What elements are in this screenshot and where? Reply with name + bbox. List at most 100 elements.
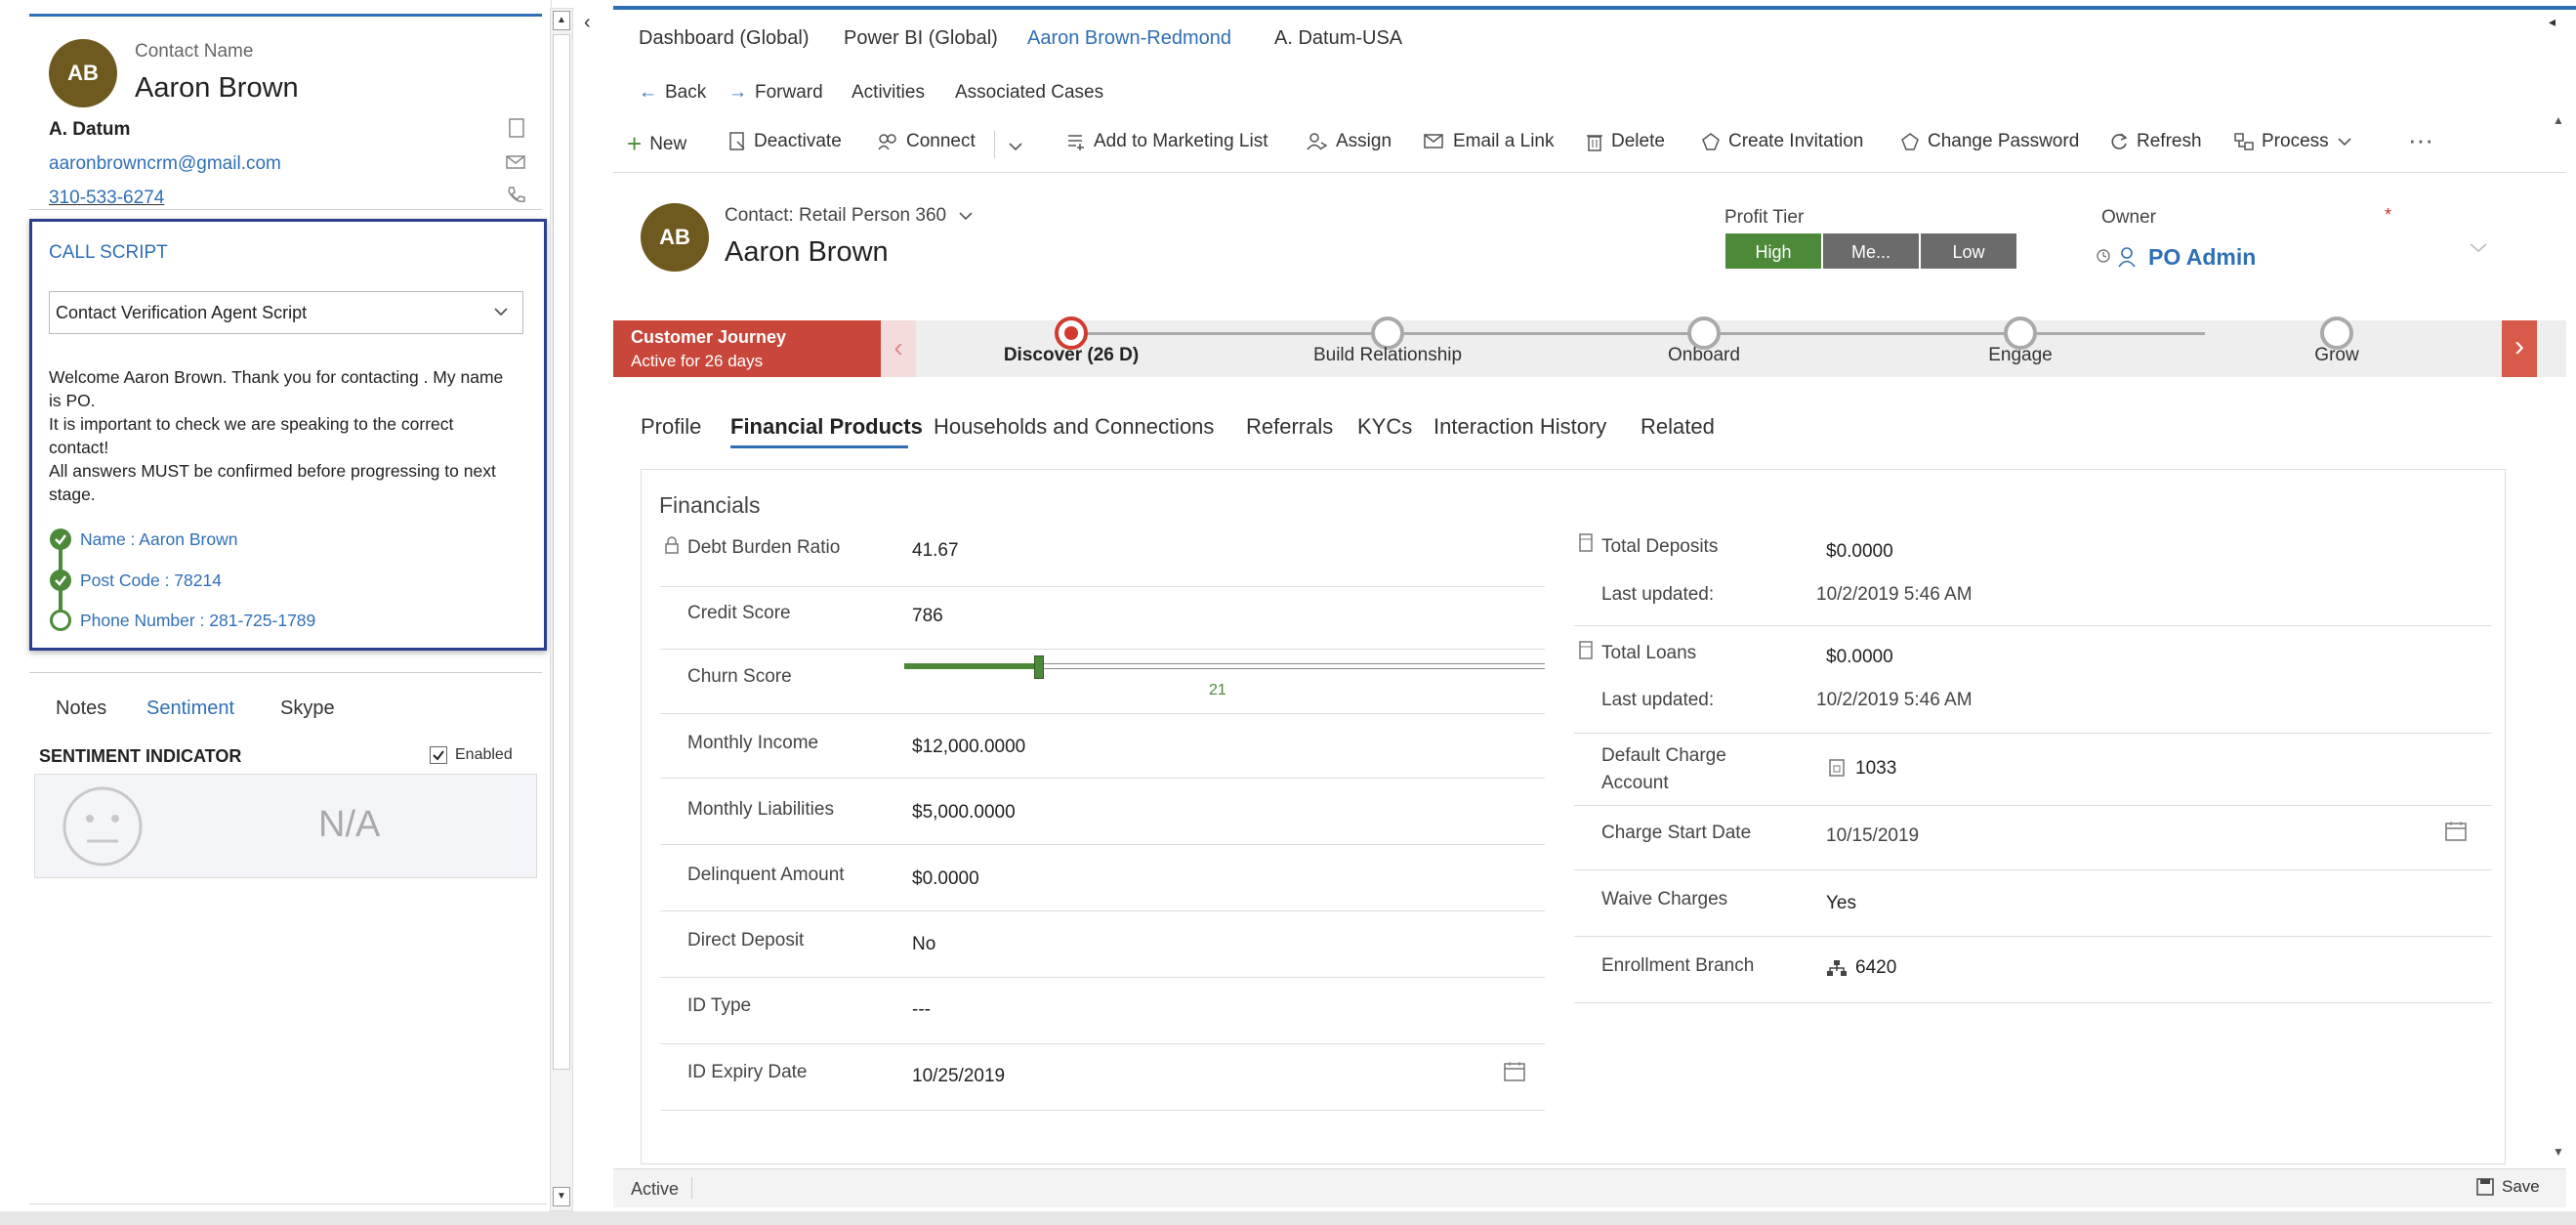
add-to-marketing-list-button[interactable]: Add to Marketing List (1066, 131, 1267, 152)
field-label-monthly-income: Monthly Income (687, 733, 819, 753)
field-label-total-deposits: Total Deposits (1601, 536, 1719, 557)
save-button[interactable]: Save (2476, 1177, 2540, 1197)
tab-interaction-history[interactable]: Interaction History (1433, 414, 1606, 440)
tab-profile[interactable]: Profile (641, 414, 701, 440)
enabled-checkbox[interactable] (430, 746, 447, 764)
field-value-id-expiry[interactable]: 10/25/2019 (912, 1066, 1005, 1087)
back-button[interactable]: ← Back (639, 82, 706, 104)
trash-icon (1587, 135, 1602, 151)
journey-next-button[interactable]: › (2502, 320, 2537, 377)
enrollment-branch-link[interactable]: 6420 (1855, 957, 1896, 979)
chevron-down-icon[interactable] (1008, 141, 1023, 152)
activities-link[interactable]: Activities (852, 82, 925, 104)
chevron-down-icon (2338, 138, 2351, 147)
default-charge-link[interactable]: 1033 (1855, 758, 1896, 780)
field-value-credit-score[interactable]: 786 (912, 606, 943, 627)
connect-button[interactable]: Connect (877, 131, 976, 152)
tier-low[interactable]: Low (1920, 232, 2017, 270)
form-selector[interactable]: Contact: Retail Person 360 (725, 205, 974, 227)
status-bar: Active Save (613, 1168, 2566, 1207)
tab-adatum[interactable]: A. Datum-USA (1274, 27, 1402, 50)
change-password-button[interactable]: Change Password (1900, 131, 2079, 152)
tab-kycs[interactable]: KYCs (1357, 414, 1412, 440)
new-button[interactable]: + New (627, 129, 686, 159)
field-label-loans-updated: Last updated: (1601, 690, 1715, 710)
pending-icon (50, 610, 71, 631)
tab-notes[interactable]: Notes (56, 697, 106, 720)
field-value-id-type[interactable]: --- (912, 999, 931, 1021)
script-check-name[interactable]: Name : Aaron Brown (80, 529, 237, 550)
deactivate-button[interactable]: Deactivate (728, 131, 842, 152)
more-commands-icon[interactable]: ··· (2408, 125, 2433, 155)
script-select[interactable]: Contact Verification Agent Script (49, 291, 523, 334)
field-label-enrollment-branch: Enrollment Branch (1601, 955, 1755, 976)
delete-button[interactable]: Delete (1586, 131, 1665, 152)
calculator-icon (1579, 533, 1593, 552)
field-label-total-loans: Total Loans (1601, 643, 1697, 663)
record-name: Aaron Brown (725, 236, 889, 268)
email-link-button[interactable]: Email a Link (1424, 131, 1555, 152)
check-icon (50, 528, 71, 550)
field-label-default-charge: Default Charge Account (1601, 745, 1726, 793)
field-label-charge-start: Charge Start Date (1601, 823, 1752, 843)
side-panel-scrollbar[interactable]: ▲ ▼ (550, 8, 573, 1211)
field-label-credit-score: Credit Score (687, 603, 791, 623)
contact-name: Aaron Brown (135, 72, 299, 104)
calendar-icon[interactable] (2445, 821, 2467, 842)
sentiment-box: N/A (34, 774, 537, 878)
field-value-total-loans: $0.0000 (1826, 647, 1893, 667)
record-status: Active (631, 1179, 680, 1199)
tab-related[interactable]: Related (1641, 414, 1715, 440)
contact-email[interactable]: aaronbrowncrm@gmail.com (49, 153, 281, 175)
churn-score-slider[interactable] (904, 655, 1545, 679)
tier-high[interactable]: High (1724, 232, 1822, 270)
neutral-face-icon (62, 786, 143, 866)
calendar-icon[interactable] (1504, 1061, 1525, 1082)
tab-dashboard[interactable]: Dashboard (Global) (639, 27, 810, 50)
script-check-postcode[interactable]: Post Code : 78214 (80, 570, 222, 591)
refresh-button[interactable]: Refresh (2109, 131, 2202, 152)
tab-aaron-brown[interactable]: Aaron Brown-Redmond (1027, 27, 1231, 50)
field-value-total-deposits: $0.0000 (1826, 541, 1893, 562)
collapse-panel-icon[interactable]: ‹ (584, 12, 591, 34)
contact-name-label: Contact Name (135, 41, 254, 62)
slider-thumb[interactable] (1034, 655, 1044, 679)
required-indicator: * (2385, 205, 2392, 225)
person-assign-icon (1307, 133, 1328, 150)
contact-phone[interactable]: 310-533-6274 (49, 188, 164, 209)
associated-cases-link[interactable]: Associated Cases (955, 82, 1103, 104)
phone-icon (508, 187, 525, 203)
field-label-direct-deposit: Direct Deposit (687, 930, 805, 950)
tab-referrals[interactable]: Referrals (1246, 414, 1333, 440)
field-value-loans-updated: 10/2/2019 5:46 AM (1816, 690, 1973, 710)
field-label-churn-score: Churn Score (687, 666, 792, 687)
journey-prev-button[interactable]: ‹ (881, 320, 916, 377)
assign-button[interactable]: Assign (1307, 131, 1392, 152)
tab-sentiment[interactable]: Sentiment (146, 697, 234, 720)
financials-title: Financials (659, 492, 761, 518)
arrow-left-icon: ← (639, 82, 657, 103)
agent-side-panel: AB Contact Name Aaron Brown A. Datum aar… (0, 0, 552, 1225)
tier-medium[interactable]: Me... (1822, 232, 1920, 270)
stage-label-engage: Engage (1988, 345, 2053, 365)
create-invitation-button[interactable]: Create Invitation (1701, 131, 1863, 152)
tab-skype[interactable]: Skype (280, 697, 335, 720)
field-value-monthly-liabilities[interactable]: $5,000.0000 (912, 802, 1016, 824)
field-value-waive-charges[interactable]: Yes (1826, 893, 1856, 914)
forward-button[interactable]: → Forward (728, 82, 823, 104)
process-button[interactable]: Process (2234, 131, 2352, 152)
email-link-icon (1424, 134, 1443, 148)
script-check-phone[interactable]: Phone Number : 281-725-1789 (80, 611, 315, 631)
field-value-charge-start[interactable]: 10/15/2019 (1826, 825, 1919, 847)
field-value-delinquent-amount[interactable]: $0.0000 (912, 868, 979, 890)
chevron-down-icon[interactable] (2469, 242, 2488, 254)
tab-households[interactable]: Households and Connections (934, 414, 1214, 440)
field-value-monthly-income[interactable]: $12,000.0000 (912, 737, 1025, 758)
tab-powerbi[interactable]: Power BI (Global) (844, 27, 998, 50)
field-value-deposits-updated: 10/2/2019 5:46 AM (1816, 584, 1973, 605)
field-value-direct-deposit[interactable]: No (912, 934, 935, 955)
owner-link[interactable]: PO Admin (2148, 244, 2256, 271)
main-scrollbar[interactable]: ▲ ▼ (2551, 113, 2564, 1159)
tab-financial-products[interactable]: Financial Products (730, 414, 923, 440)
journey-flag[interactable]: Customer Journey Active for 26 days (613, 320, 881, 377)
